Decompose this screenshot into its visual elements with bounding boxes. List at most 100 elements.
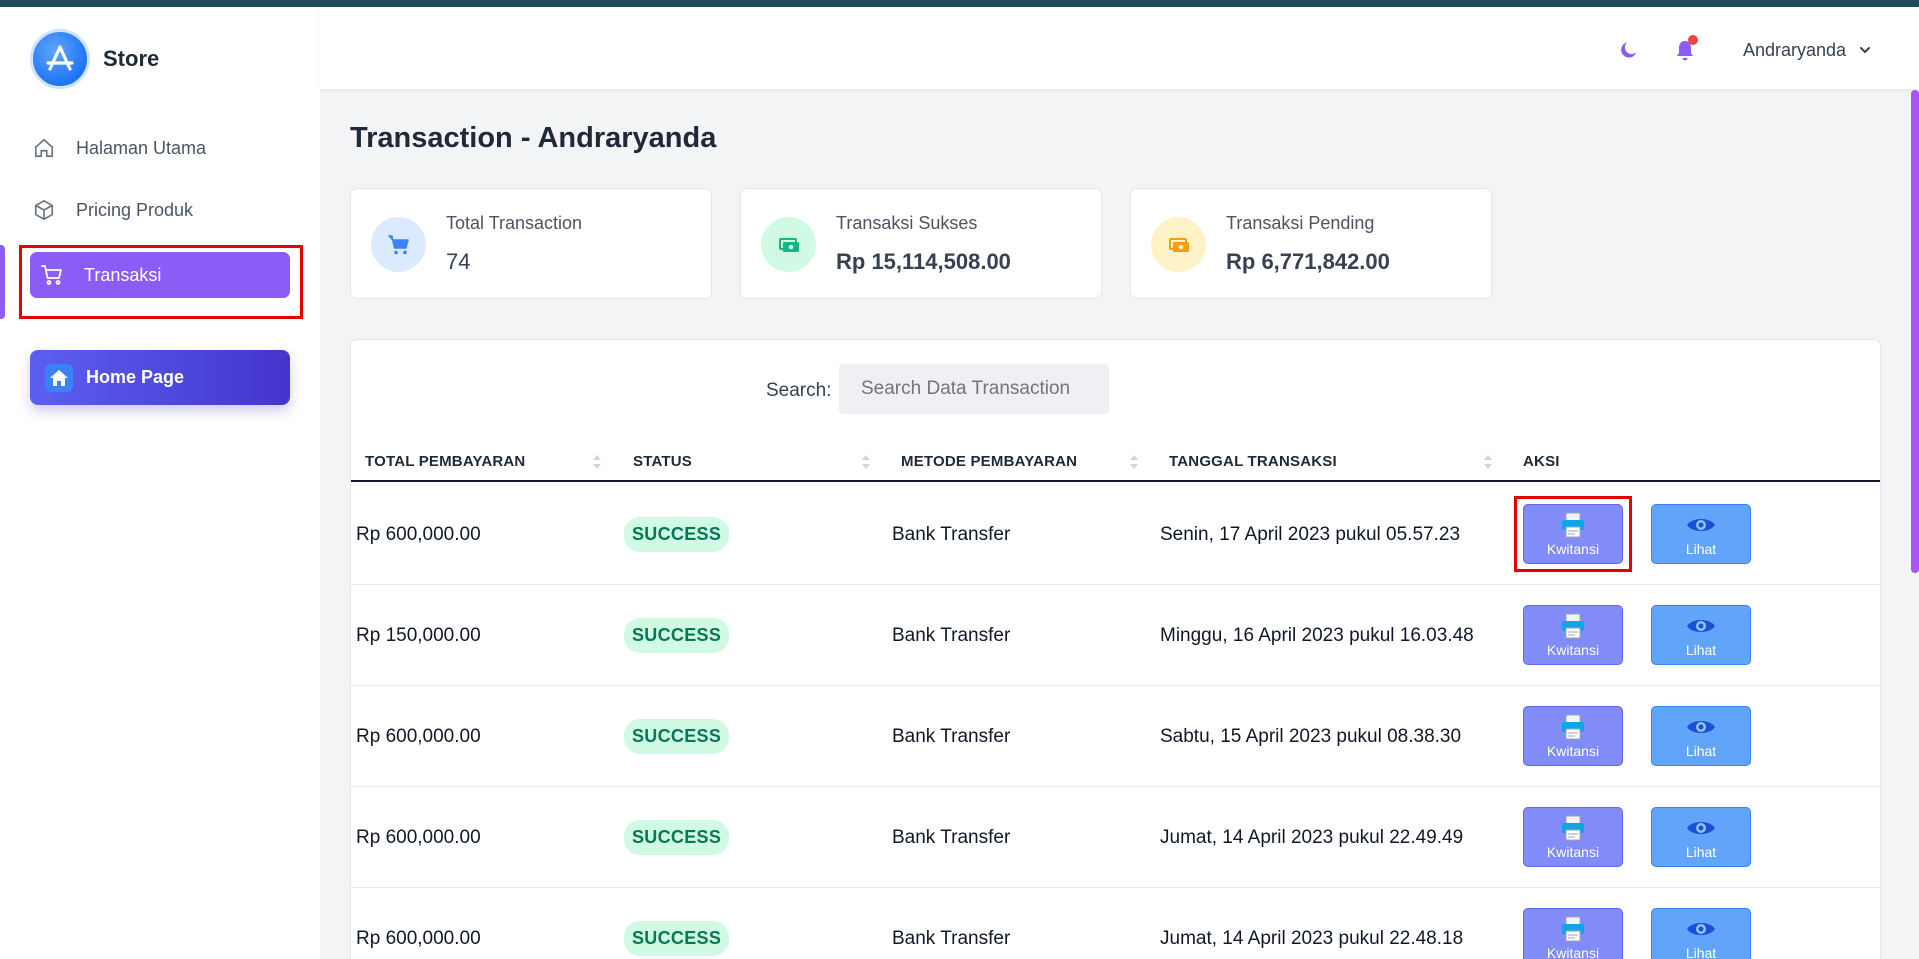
box-icon bbox=[32, 198, 56, 222]
cell-date: Minggu, 16 April 2023 pukul 16.03.48 bbox=[1160, 624, 1474, 646]
column-header-metode-pembayaran[interactable]: METODE PEMBAYARAN bbox=[901, 440, 1077, 482]
table-row: Rp 150,000.00 SUCCESS Bank Transfer Ming… bbox=[351, 585, 1880, 686]
page-title: Transaction - Andraryanda bbox=[350, 122, 717, 154]
cell-total: Rp 600,000.00 bbox=[356, 826, 481, 848]
eye-icon bbox=[1686, 713, 1716, 741]
card-transaksi-pending: Transaksi Pending Rp 6,771,842.00 bbox=[1130, 188, 1492, 299]
card-value: Rp 6,771,842.00 bbox=[1226, 249, 1390, 274]
home-icon bbox=[44, 363, 74, 393]
kwitansi-button[interactable]: Kwitansi bbox=[1523, 908, 1623, 959]
bell-icon[interactable] bbox=[1670, 35, 1700, 65]
table-row: Rp 600,000.00 SUCCESS Bank Transfer Sabt… bbox=[351, 686, 1880, 787]
sort-icon[interactable] bbox=[592, 453, 602, 471]
home-page-button[interactable]: Home Page bbox=[30, 350, 290, 405]
top-stripe bbox=[0, 0, 1919, 7]
eye-icon bbox=[1686, 511, 1716, 539]
column-header-aksi: AKSI bbox=[1523, 452, 1560, 470]
lihat-label: Lihat bbox=[1685, 743, 1717, 759]
card-transaksi-sukses: Transaksi Sukses Rp 15,114,508.00 bbox=[740, 188, 1102, 299]
cell-total: Rp 600,000.00 bbox=[356, 725, 481, 747]
cell-method: Bank Transfer bbox=[892, 523, 1011, 545]
lihat-label: Lihat bbox=[1685, 642, 1717, 658]
column-header-status[interactable]: STATUS bbox=[633, 440, 692, 482]
chevron-down-icon bbox=[1858, 43, 1872, 57]
cell-method: Bank Transfer bbox=[892, 927, 1011, 949]
eye-icon bbox=[1686, 915, 1716, 943]
highlight-box-kwitansi bbox=[1514, 496, 1632, 572]
eye-icon bbox=[1686, 814, 1716, 842]
money-icon bbox=[761, 217, 816, 272]
card-value: Rp 15,114,508.00 bbox=[836, 249, 1011, 274]
lihat-button[interactable]: Lihat bbox=[1651, 807, 1751, 867]
card-label: Total Transaction bbox=[446, 213, 583, 233]
lihat-label: Lihat bbox=[1685, 844, 1717, 860]
cell-total: Rp 150,000.00 bbox=[356, 624, 481, 646]
table-row: Rp 600,000.00 SUCCESS Bank Transfer Juma… bbox=[351, 888, 1880, 959]
column-header-tanggal-transaksi[interactable]: TANGGAL TRANSAKSI bbox=[1169, 440, 1337, 482]
table-row: Rp 600,000.00 SUCCESS Bank Transfer Juma… bbox=[351, 787, 1880, 888]
table-row: Rp 600,000.00 SUCCESS Bank Transfer Seni… bbox=[351, 484, 1880, 585]
sidebar: Store Halaman Utama Pricing Produk bbox=[0, 7, 320, 959]
sort-icon[interactable] bbox=[1483, 453, 1493, 471]
money-icon bbox=[1151, 217, 1206, 272]
sidebar-item-pricing-produk[interactable]: Pricing Produk bbox=[30, 187, 290, 233]
lihat-label: Lihat bbox=[1685, 541, 1717, 557]
cell-status: SUCCESS bbox=[624, 585, 730, 686]
column-header-total-pembayaran[interactable]: TOTAL PEMBAYARAN bbox=[365, 440, 525, 482]
sidebar-item-label: Halaman Utama bbox=[76, 137, 207, 158]
brand-name: Store bbox=[103, 46, 160, 71]
kwitansi-button[interactable]: Kwitansi bbox=[1523, 706, 1623, 766]
cell-date: Sabtu, 15 April 2023 pukul 08.38.30 bbox=[1160, 725, 1462, 747]
active-indicator bbox=[0, 245, 5, 319]
cell-method: Bank Transfer bbox=[892, 624, 1011, 646]
status-badge: SUCCESS bbox=[624, 820, 730, 855]
transaction-table-card: Search: TOTAL PEMBAYARAN STATUS METODE P… bbox=[350, 339, 1881, 959]
cell-date: Senin, 17 April 2023 pukul 05.57.23 bbox=[1160, 523, 1461, 545]
moon-icon[interactable] bbox=[1615, 36, 1643, 64]
cell-status: SUCCESS bbox=[624, 686, 730, 787]
kwitansi-button[interactable]: Kwitansi bbox=[1523, 605, 1623, 665]
kwitansi-label: Kwitansi bbox=[1546, 743, 1600, 759]
status-badge: SUCCESS bbox=[624, 921, 730, 956]
kwitansi-label: Kwitansi bbox=[1546, 945, 1600, 959]
cell-date: Jumat, 14 April 2023 pukul 22.48.18 bbox=[1160, 927, 1464, 949]
card-label: Transaksi Pending bbox=[1226, 213, 1375, 233]
printer-icon bbox=[1560, 713, 1586, 741]
user-name: Andraryanda bbox=[1743, 39, 1847, 60]
user-menu[interactable]: Andraryanda bbox=[1743, 36, 1872, 64]
cart-icon bbox=[371, 217, 426, 272]
eye-icon bbox=[1686, 612, 1716, 640]
lihat-button[interactable]: Lihat bbox=[1651, 706, 1751, 766]
home-icon bbox=[32, 136, 56, 160]
sort-icon[interactable] bbox=[861, 453, 871, 471]
sort-icon[interactable] bbox=[1129, 453, 1139, 471]
printer-icon bbox=[1560, 915, 1586, 943]
app-store-logo-icon bbox=[30, 29, 90, 89]
cell-status: SUCCESS bbox=[624, 787, 730, 888]
cell-status: SUCCESS bbox=[624, 888, 730, 959]
status-badge: SUCCESS bbox=[624, 719, 730, 754]
cell-status: SUCCESS bbox=[624, 484, 730, 585]
status-badge: SUCCESS bbox=[624, 618, 730, 653]
cell-total: Rp 600,000.00 bbox=[356, 523, 481, 545]
table-header: TOTAL PEMBAYARAN STATUS METODE PEMBAYARA… bbox=[351, 440, 1880, 482]
brand[interactable]: Store bbox=[30, 29, 159, 89]
sidebar-item-label: Pricing Produk bbox=[76, 199, 194, 220]
cell-method: Bank Transfer bbox=[892, 725, 1011, 747]
scrollbar-thumb[interactable] bbox=[1911, 90, 1919, 573]
search-label: Search: bbox=[766, 380, 832, 401]
printer-icon bbox=[1560, 612, 1586, 640]
cell-date: Jumat, 14 April 2023 pukul 22.49.49 bbox=[1160, 826, 1464, 848]
search-input[interactable] bbox=[839, 364, 1109, 414]
kwitansi-label: Kwitansi bbox=[1546, 844, 1600, 860]
cell-total: Rp 600,000.00 bbox=[356, 927, 481, 949]
lihat-button[interactable]: Lihat bbox=[1651, 504, 1751, 564]
kwitansi-label: Kwitansi bbox=[1546, 642, 1600, 658]
notification-dot bbox=[1688, 35, 1698, 45]
card-label: Transaksi Sukses bbox=[836, 213, 978, 233]
kwitansi-button[interactable]: Kwitansi bbox=[1523, 807, 1623, 867]
card-total-transaction: Total Transaction 74 bbox=[350, 188, 712, 299]
sidebar-item-halaman-utama[interactable]: Halaman Utama bbox=[30, 125, 290, 171]
lihat-button[interactable]: Lihat bbox=[1651, 605, 1751, 665]
lihat-button[interactable]: Lihat bbox=[1651, 908, 1751, 959]
